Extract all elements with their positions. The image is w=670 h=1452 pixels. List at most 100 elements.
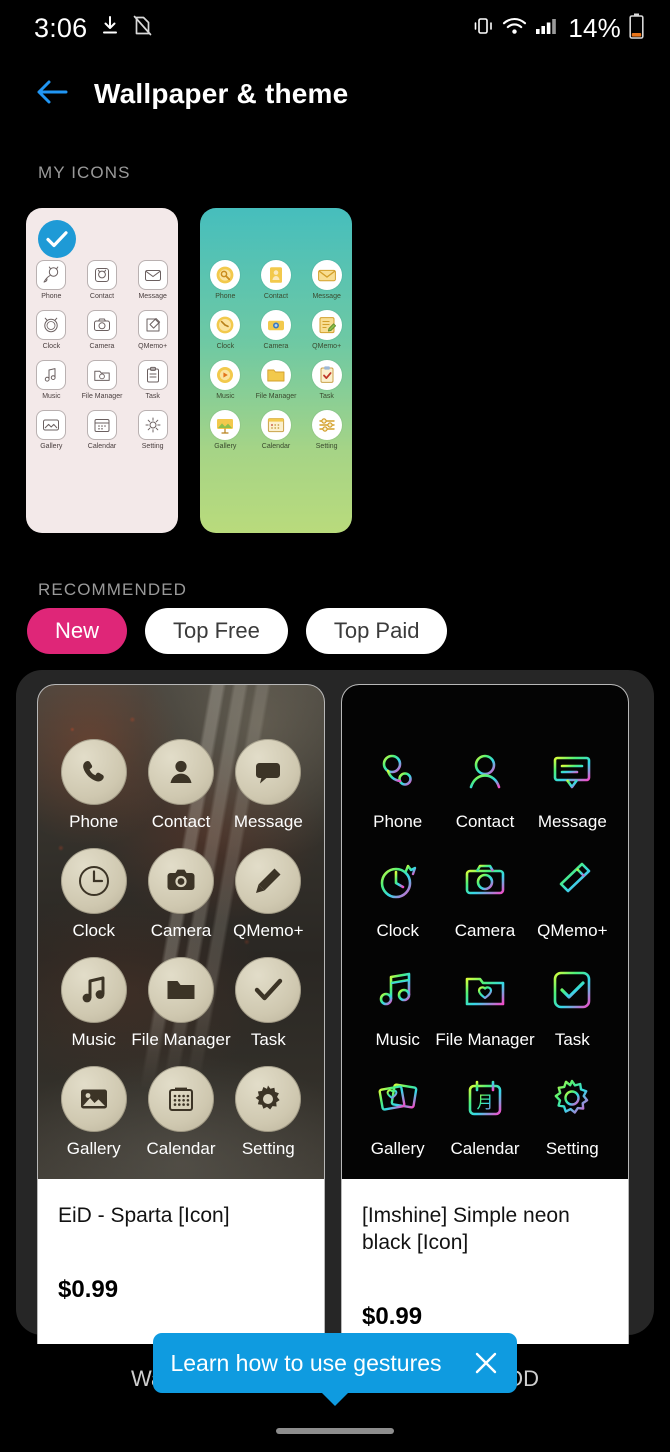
- chip-new[interactable]: New: [27, 608, 128, 654]
- preview-app-label: Contact: [151, 812, 211, 831]
- mini-app-cell: Message: [127, 260, 178, 300]
- preview-app-cell: Phone: [56, 739, 131, 832]
- preview-app-label: QMemo+: [537, 921, 608, 940]
- product-title: [Imshine] Simple neon black [Icon]: [362, 1204, 570, 1254]
- mini-app-label: Gallery: [214, 443, 237, 450]
- mini-app-cell: File Manager: [77, 360, 128, 400]
- contact-icon: [260, 260, 291, 290]
- status-bar-right: 14%: [472, 13, 644, 44]
- document-off-icon: [133, 15, 152, 41]
- mini-app-label: Message: [138, 293, 167, 300]
- task-icon: [539, 957, 605, 1023]
- product-preview: Phone Contact Message Clock Camera QMemo…: [38, 685, 324, 1179]
- clock-icon: [210, 310, 241, 340]
- mini-app-cell: Phone: [26, 260, 77, 300]
- setting-icon: [539, 1066, 605, 1132]
- chip-top-paid[interactable]: Top Paid: [305, 608, 448, 654]
- preview-app-label: Message: [537, 812, 607, 831]
- clock-icon: [36, 310, 67, 340]
- mini-app-cell: Clock: [200, 310, 251, 350]
- mini-app-cell: Contact: [251, 260, 302, 300]
- vibrate-icon: [472, 15, 494, 42]
- chip-top-free[interactable]: Top Free: [145, 608, 288, 654]
- gallery-icon: [60, 1066, 127, 1132]
- mini-app-label: Calendar: [261, 443, 291, 450]
- mini-app-cell: Calendar: [251, 410, 302, 450]
- product-preview: Phone Contact Message Clock Camera QMemo…: [342, 685, 628, 1179]
- mini-app-cell: Message: [301, 260, 352, 300]
- status-bar-left: 3:06: [34, 13, 152, 44]
- preview-app-label: Message: [233, 812, 303, 831]
- preview-app-cell: Music: [360, 957, 435, 1050]
- theme-card-teal-gold[interactable]: Phone Contact Message Clock Camera QMemo…: [200, 208, 352, 533]
- preview-app-cell: Clock: [360, 848, 435, 941]
- music-icon: [36, 360, 67, 390]
- theme-icon-grid: Phone Contact Message Clock Camera QMemo…: [200, 260, 352, 450]
- preview-app-cell: 月 Calendar: [435, 1066, 534, 1159]
- preview-app-label: Phone: [373, 812, 423, 831]
- gestures-tooltip: Learn how to use gestures: [153, 1333, 517, 1406]
- mini-app-cell: Calendar: [77, 410, 128, 450]
- camera-icon: [148, 848, 214, 914]
- mini-app-cell: Gallery: [26, 410, 77, 450]
- preview-app-label: Task: [554, 1030, 590, 1049]
- preview-app-cell: Phone: [360, 739, 435, 832]
- contact-icon: [148, 739, 214, 805]
- preview-app-cell: Gallery: [56, 1066, 131, 1159]
- preview-app-cell: Task: [535, 957, 610, 1050]
- camera-icon: [260, 310, 291, 340]
- file-manager-icon: [260, 360, 291, 390]
- camera-icon: [86, 310, 117, 340]
- file-manager-icon: [452, 957, 518, 1023]
- mini-app-cell: Camera: [251, 310, 302, 350]
- preview-icon-grid: Phone Contact Message Clock Camera QMemo…: [342, 685, 628, 1179]
- preview-app-label: Gallery: [66, 1139, 121, 1158]
- calendar-icon: [260, 410, 291, 440]
- mini-app-label: Contact: [263, 293, 289, 300]
- theme-icon-grid: Phone Contact Message Clock Camera QMemo…: [26, 260, 178, 450]
- mini-app-cell: Contact: [77, 260, 128, 300]
- recommended-product-shelf: Phone Contact Message Clock Camera QMemo…: [16, 670, 654, 1344]
- gallery-icon: [210, 410, 241, 440]
- product-card-eid-sparta[interactable]: Phone Contact Message Clock Camera QMemo…: [37, 684, 325, 1344]
- preview-icon-grid: Phone Contact Message Clock Camera QMemo…: [38, 685, 324, 1179]
- mini-app-cell: Music: [26, 360, 77, 400]
- close-icon[interactable]: [472, 1349, 500, 1377]
- mini-app-cell: Setting: [127, 410, 178, 450]
- gesture-home-bar[interactable]: [276, 1428, 394, 1434]
- mini-app-label: Camera: [89, 343, 115, 350]
- mini-app-label: Camera: [263, 343, 289, 350]
- message-icon: [137, 260, 168, 290]
- preview-app-cell: File Manager: [435, 957, 535, 1050]
- preview-app-label: File Manager: [435, 1030, 535, 1049]
- camera-icon: [452, 848, 518, 914]
- mini-app-cell: Task: [301, 360, 352, 400]
- mini-app-label: Task: [319, 393, 334, 400]
- qmemo-icon: [235, 848, 302, 914]
- preview-app-label: Camera: [150, 921, 212, 940]
- back-button[interactable]: [32, 74, 72, 114]
- preview-app-label: Setting: [241, 1139, 295, 1158]
- qmemo-icon: [311, 310, 342, 340]
- mini-app-label: Music: [216, 393, 235, 400]
- product-info: EiD - Sparta [Icon] $0.99: [38, 1179, 324, 1304]
- preview-app-label: Calendar: [450, 1139, 520, 1158]
- message-icon: [235, 739, 302, 805]
- mini-app-label: Task: [145, 393, 160, 400]
- mini-app-cell: Setting: [301, 410, 352, 450]
- product-card-imshine-neon[interactable]: Phone Contact Message Clock Camera QMemo…: [341, 684, 629, 1344]
- music-icon: [365, 957, 431, 1023]
- page-title: Wallpaper & theme: [94, 78, 349, 109]
- mini-app-cell: Music: [200, 360, 251, 400]
- preview-app-cell: Contact: [131, 739, 230, 832]
- mini-app-label: Clock: [216, 343, 235, 350]
- mini-app-cell: Gallery: [200, 410, 251, 450]
- arrow-left-icon: [35, 78, 69, 111]
- theme-card-cat-line-art[interactable]: Phone Contact Message Clock Camera QMemo…: [26, 208, 178, 533]
- preview-app-cell: Contact: [435, 739, 534, 832]
- product-info: [Imshine] Simple neon black [Icon] $0.99: [342, 1179, 628, 1331]
- contact-icon: [86, 260, 117, 290]
- tooltip-tail: [321, 1392, 349, 1406]
- preview-app-label: File Manager: [131, 1030, 231, 1049]
- preview-app-label: Clock: [72, 921, 115, 940]
